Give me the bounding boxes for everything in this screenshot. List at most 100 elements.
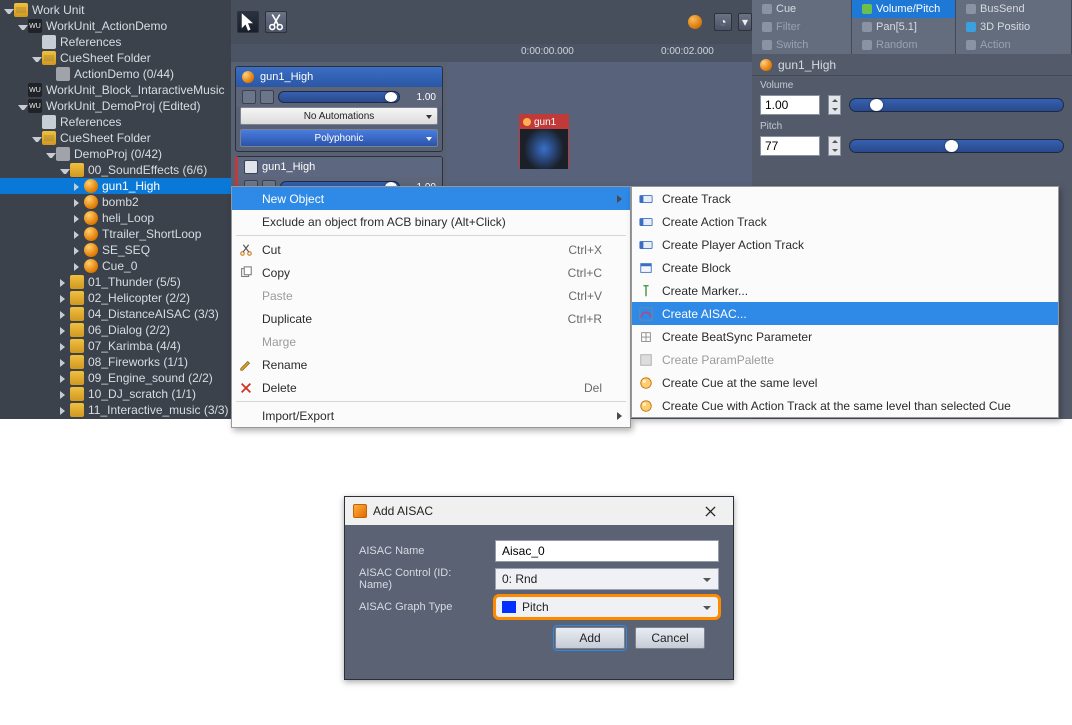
pitch-input[interactable] [760, 136, 820, 156]
aisac-control-dropdown[interactable]: 0: Rnd [495, 568, 719, 590]
tab-bussend[interactable]: BusSend [956, 0, 1072, 18]
tree-item[interactable]: WorkUnit_DemoProj (Edited) [0, 98, 231, 114]
tree-item[interactable]: Cue_0 [0, 258, 231, 274]
cue-playback-mode-dropdown[interactable]: Polyphonic [240, 129, 438, 147]
close-button[interactable] [695, 500, 725, 522]
expand-arrow-icon[interactable] [60, 309, 70, 319]
tab-switch[interactable]: Switch [752, 36, 852, 54]
expand-arrow-icon[interactable] [74, 261, 84, 271]
menu-item[interactable]: Create Track [632, 187, 1058, 210]
tree-item[interactable]: heli_Loop [0, 210, 231, 226]
tree-item[interactable]: 11_Interactive_music (3/3) [0, 402, 231, 418]
tree-item[interactable]: 02_Helicopter (2/2) [0, 290, 231, 306]
param-button[interactable] [242, 90, 256, 104]
expand-arrow-icon[interactable] [60, 341, 70, 351]
expand-arrow-icon[interactable] [60, 405, 70, 415]
cancel-button[interactable]: Cancel [635, 627, 705, 649]
tree-item[interactable]: 04_DistanceAISAC (3/3) [0, 306, 231, 322]
tree-item[interactable]: References [0, 34, 231, 50]
tree-item[interactable]: Ttrailer_ShortLoop [0, 226, 231, 242]
tree-item[interactable]: 09_Engine_sound (2/2) [0, 370, 231, 386]
tree-item[interactable]: 01_Thunder (5/5) [0, 274, 231, 290]
tree-item[interactable]: CueSheet Folder [0, 130, 231, 146]
tree-item[interactable]: References [0, 114, 231, 130]
expand-arrow-icon[interactable] [74, 197, 84, 207]
cue-header[interactable]: gun1_High [236, 67, 442, 87]
tree-item[interactable]: bomb2 [0, 194, 231, 210]
menu-item[interactable]: New Object [232, 187, 630, 210]
menu-item[interactable]: DeleteDel [232, 376, 630, 399]
tree-item[interactable]: 08_Fireworks (1/1) [0, 354, 231, 370]
menu-item[interactable]: DuplicateCtrl+R [232, 307, 630, 330]
add-button[interactable]: Add [555, 627, 625, 649]
tab-volume-pitch[interactable]: Volume/Pitch [852, 0, 956, 18]
clip-header[interactable]: gun1 [520, 115, 568, 129]
cut-tool-button[interactable] [265, 11, 287, 33]
tab-pan[interactable]: Pan[5.1] [852, 18, 956, 36]
tree-item[interactable]: CueSheet Folder [0, 50, 231, 66]
expand-arrow-icon[interactable] [4, 5, 14, 15]
context-menu-main[interactable]: New ObjectExclude an object from ACB bin… [231, 186, 631, 428]
menu-item[interactable]: CopyCtrl+C [232, 261, 630, 284]
mute-button[interactable] [260, 90, 274, 104]
tab-filter[interactable]: Filter [752, 18, 852, 36]
pointer-tool-button[interactable] [237, 11, 259, 33]
tree-item[interactable]: WorkUnit_Block_IntaractiveMusic [0, 82, 231, 98]
volume-input[interactable] [760, 95, 820, 115]
pitch-slider[interactable] [849, 139, 1064, 153]
tab-cue[interactable]: Cue [752, 0, 852, 18]
tree-item[interactable]: 00_SoundEffects (6/6) [0, 162, 231, 178]
expand-arrow-icon[interactable] [74, 229, 84, 239]
tree-item[interactable]: 10_DJ_scratch (1/1) [0, 386, 231, 402]
expand-arrow-icon[interactable] [74, 213, 84, 223]
menu-item[interactable]: Create BeatSync Parameter [632, 325, 1058, 348]
clock-icon[interactable]: ◔ [714, 13, 732, 31]
tree-item[interactable]: SE_SEQ [0, 242, 231, 258]
aisac-name-input[interactable] [495, 540, 719, 562]
expand-arrow-icon[interactable] [60, 293, 70, 303]
expand-arrow-icon[interactable] [32, 53, 42, 63]
toolbar-menu-button[interactable]: ▾ [738, 13, 752, 31]
aisac-graph-type-dropdown[interactable]: Pitch [495, 596, 719, 618]
menu-item[interactable]: Create Cue at the same level [632, 371, 1058, 394]
expand-arrow-icon[interactable] [32, 133, 42, 143]
menu-item[interactable]: Exclude an object from ACB binary (Alt+C… [232, 210, 630, 233]
cue-automations-dropdown[interactable]: No Automations [240, 107, 438, 125]
expand-arrow-icon[interactable] [60, 325, 70, 335]
menu-item[interactable]: Create Player Action Track [632, 233, 1058, 256]
menu-item[interactable]: Create Action Track [632, 210, 1058, 233]
tree-item[interactable]: WorkUnit_ActionDemo [0, 18, 231, 34]
tab-random[interactable]: Random [852, 36, 956, 54]
tree-item[interactable]: 07_Karimba (4/4) [0, 338, 231, 354]
cue-header-block[interactable]: gun1_High 1.00 No Automations Polyphonic [235, 66, 443, 152]
tab-3d[interactable]: 3D Positio [956, 18, 1072, 36]
expand-arrow-icon[interactable] [74, 181, 84, 191]
expand-arrow-icon[interactable] [60, 389, 70, 399]
menu-item[interactable]: Rename [232, 353, 630, 376]
tree-item[interactable]: ActionDemo (0/44) [0, 66, 231, 82]
expand-arrow-icon[interactable] [18, 21, 28, 31]
tree-item[interactable]: gun1_High [0, 178, 231, 194]
menu-item[interactable]: CutCtrl+X [232, 238, 630, 261]
volume-spinner[interactable] [828, 95, 841, 115]
time-ruler[interactable]: 0:00:00.000 0:00:02.000 [231, 44, 752, 62]
cue-volume-slider[interactable] [278, 91, 400, 103]
expand-arrow-icon[interactable] [18, 101, 28, 111]
expand-arrow-icon[interactable] [60, 165, 70, 175]
menu-item[interactable]: Create Block [632, 256, 1058, 279]
volume-slider[interactable] [849, 98, 1064, 112]
track-header[interactable]: gun1_High [238, 157, 442, 177]
menu-item[interactable]: Create Cue with Action Track at the same… [632, 394, 1058, 417]
expand-arrow-icon[interactable] [60, 373, 70, 383]
expand-arrow-icon[interactable] [74, 245, 84, 255]
dialog-titlebar[interactable]: Add AISAC [345, 497, 733, 525]
expand-arrow-icon[interactable] [60, 357, 70, 367]
tree-item[interactable]: Work Unit [0, 2, 231, 18]
tree-item[interactable]: DemoProj (0/42) [0, 146, 231, 162]
menu-item[interactable]: Create Marker... [632, 279, 1058, 302]
menu-item[interactable]: Create AISAC... [632, 302, 1058, 325]
project-tree[interactable]: Work UnitWorkUnit_ActionDemoReferencesCu… [0, 0, 231, 419]
context-menu-new-object[interactable]: Create TrackCreate Action TrackCreate Pl… [631, 186, 1059, 418]
tab-action[interactable]: Action [956, 36, 1072, 54]
pitch-spinner[interactable] [828, 136, 841, 156]
